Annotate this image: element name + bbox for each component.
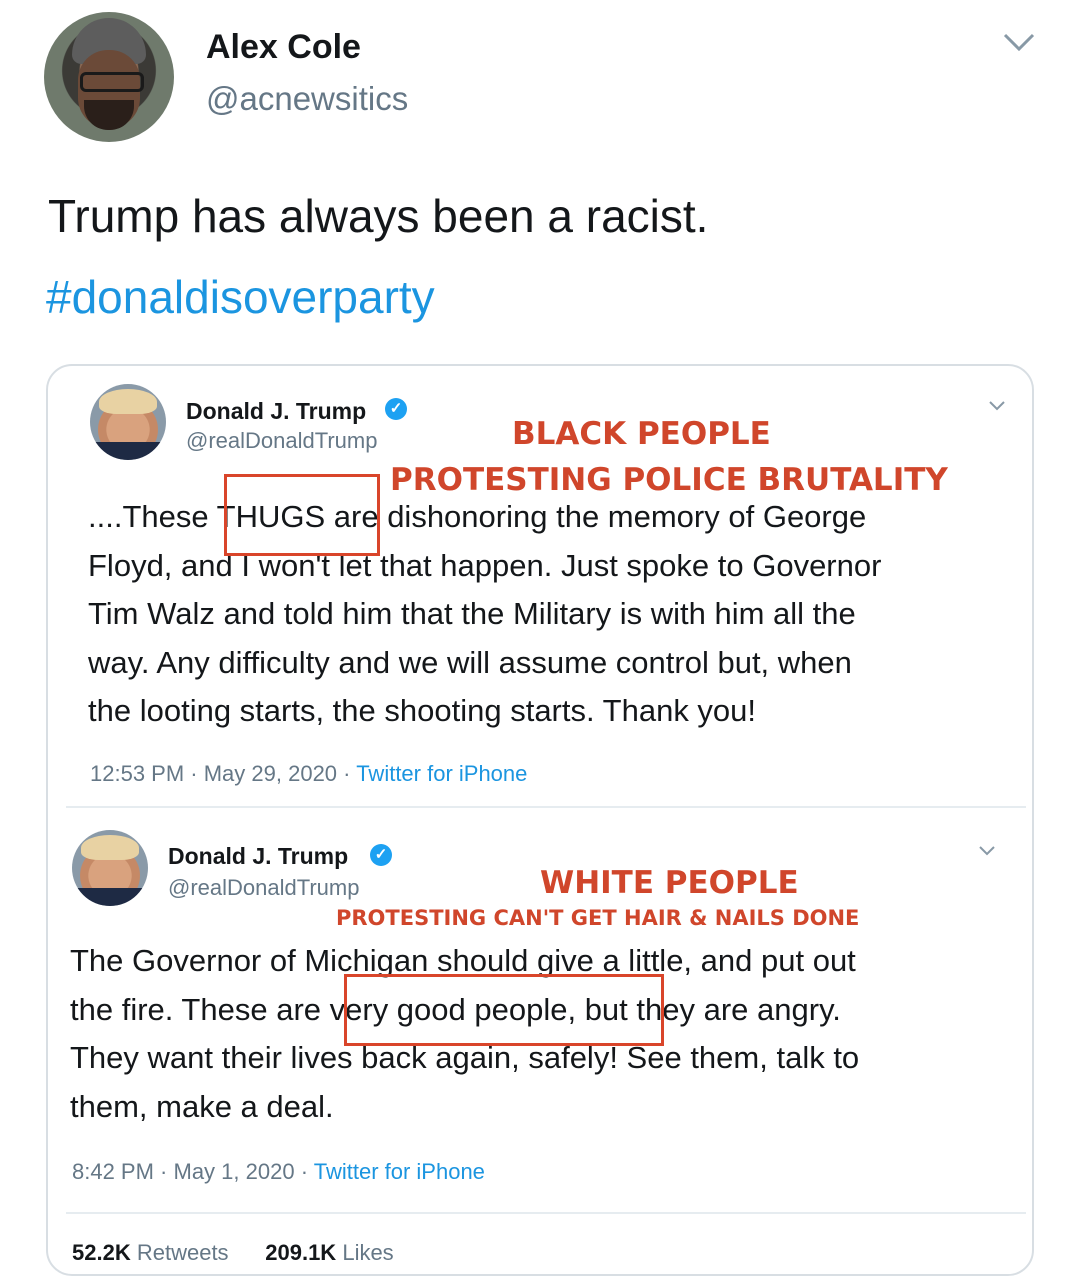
verified-badge-icon: ✓ bbox=[370, 844, 392, 866]
hashtag-link[interactable]: #donaldisoverparty bbox=[46, 270, 435, 324]
highlight-box bbox=[224, 474, 380, 556]
tweet-source-link[interactable]: Twitter for iPhone bbox=[356, 761, 527, 786]
quoted-author-avatar[interactable] bbox=[90, 384, 166, 460]
engagement-stats: 52.2K Retweets 209.1K Likes bbox=[72, 1240, 394, 1266]
tweet-line: Floyd, and I won't let that happen. Just… bbox=[88, 547, 882, 583]
divider bbox=[66, 1212, 1026, 1214]
author-handle[interactable]: @acnewsitics bbox=[206, 80, 408, 118]
quoted-author-name[interactable]: Donald J. Trump bbox=[186, 398, 366, 425]
quoted-author-avatar[interactable] bbox=[72, 830, 148, 906]
tweet-text: Trump has always been a racist. bbox=[48, 190, 709, 242]
retweets-stat[interactable]: 52.2K Retweets bbox=[72, 1240, 229, 1265]
tweet-line: ....These THUGS are dishonoring the memo… bbox=[88, 499, 867, 534]
author-avatar[interactable] bbox=[44, 12, 174, 142]
quoted-tweet-text: ....These THUGS are dishonoring the memo… bbox=[88, 493, 881, 736]
highlight-box bbox=[344, 974, 664, 1046]
tweet-line: way. Any difficulty and we will assume c… bbox=[88, 644, 852, 680]
annotation-title: WHITE PEOPLE bbox=[540, 865, 799, 901]
divider bbox=[66, 806, 1026, 808]
chevron-down-icon[interactable] bbox=[978, 845, 996, 857]
annotation-subtitle: PROTESTING CAN'T GET HAIR & NAILS DONE bbox=[336, 906, 860, 930]
tweet-line: the looting starts, the shooting starts.… bbox=[88, 693, 757, 728]
verified-badge-icon: ✓ bbox=[385, 398, 407, 420]
tweet-timestamp[interactable]: 8:42 PM · May 1, 2020 · Twitter for iPho… bbox=[72, 1159, 485, 1185]
tweet-line: Tim Walz and told him that the Military … bbox=[88, 596, 856, 631]
likes-stat[interactable]: 209.1K Likes bbox=[265, 1240, 393, 1265]
author-name[interactable]: Alex Cole bbox=[206, 28, 361, 67]
annotation-title: BLACK PEOPLE bbox=[512, 416, 771, 452]
quoted-author-handle[interactable]: @realDonaldTrump bbox=[186, 428, 377, 454]
chevron-down-icon[interactable] bbox=[1002, 30, 1036, 54]
tweet-source-link[interactable]: Twitter for iPhone bbox=[314, 1159, 485, 1184]
quoted-author-name[interactable]: Donald J. Trump bbox=[168, 843, 348, 870]
tweet-timestamp[interactable]: 12:53 PM · May 29, 2020 · Twitter for iP… bbox=[90, 761, 527, 787]
quoted-author-handle[interactable]: @realDonaldTrump bbox=[168, 875, 359, 901]
chevron-down-icon[interactable] bbox=[988, 400, 1006, 412]
tweet-line: them, make a deal. bbox=[70, 1088, 334, 1124]
